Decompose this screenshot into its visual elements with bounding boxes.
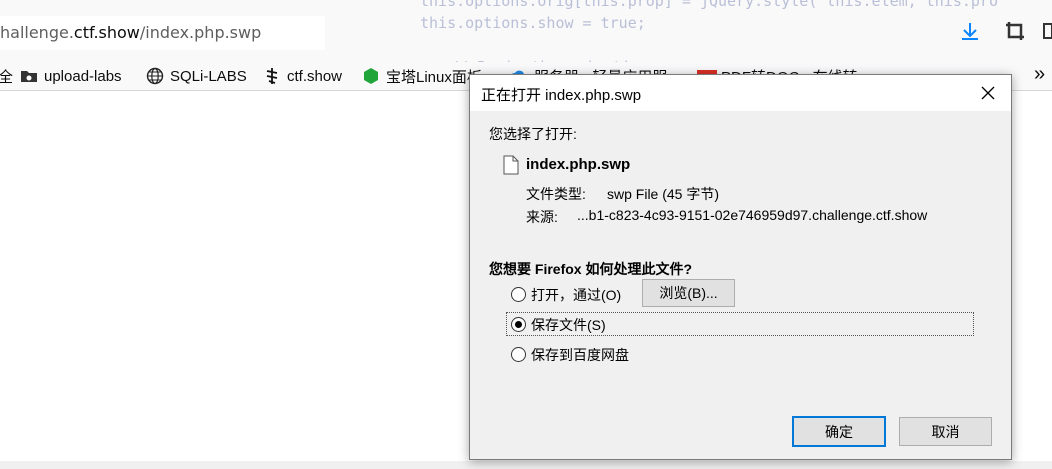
file-type-label: 文件类型: bbox=[526, 186, 586, 202]
code-line: this.options.orig[this.prop] = jQuery.st… bbox=[420, 0, 998, 10]
file-icon bbox=[503, 155, 519, 175]
ctfshow-icon bbox=[263, 67, 281, 85]
bookmark-upload-labs[interactable]: upload-labs bbox=[20, 65, 122, 87]
save-file-label[interactable]: 保存文件(S) bbox=[531, 315, 606, 335]
bookmark-ctfshow[interactable]: ctf.show bbox=[263, 65, 342, 87]
download-dialog: 正在打开 index.php.swp 您选择了打开: index.php.swp… bbox=[469, 74, 1012, 460]
download-icon[interactable] bbox=[958, 20, 984, 46]
crop-icon[interactable] bbox=[1004, 20, 1030, 46]
bt-panel-icon bbox=[362, 67, 380, 85]
bookmarks-overflow-button[interactable]: » bbox=[1034, 63, 1045, 85]
browse-button-label: 浏览(B)... bbox=[659, 285, 718, 301]
open-with-label[interactable]: 打开，通过(O) bbox=[531, 285, 621, 305]
cancel-button-label: 取消 bbox=[931, 423, 960, 440]
file-type-value: swp File (45 字节) bbox=[607, 186, 720, 202]
save-file-radio[interactable] bbox=[511, 317, 526, 332]
dialog-titlebar[interactable]: 正在打开 index.php.swp bbox=[470, 75, 1011, 111]
save-baidu-label[interactable]: 保存到百度网盘 bbox=[531, 345, 629, 365]
url-prefix: hallenge. bbox=[0, 23, 74, 42]
you-chose-label: 您选择了打开: bbox=[489, 126, 577, 142]
url-path: /index.php.swp bbox=[139, 23, 262, 42]
bookmark-label: SQLi-LABS bbox=[170, 67, 247, 85]
source-value: ...b1-c823-4c93-9151-02e746959d97.challe… bbox=[577, 207, 928, 223]
handling-question: 您想要 Firefox 如何处理此文件? bbox=[489, 261, 693, 277]
bookmark-label: upload-labs bbox=[44, 67, 122, 85]
bookmark-label: 宝塔Linux面板 bbox=[386, 68, 482, 86]
url-host: ctf.show bbox=[73, 23, 140, 42]
ok-button[interactable]: 确定 bbox=[792, 416, 886, 447]
bookmark-label: 全 bbox=[0, 68, 14, 86]
code-line: this.options.show = true; bbox=[420, 14, 646, 32]
dialog-title: 正在打开 index.php.swp bbox=[481, 87, 642, 104]
file-name: index.php.swp bbox=[526, 156, 631, 173]
taskbar-strip bbox=[0, 461, 1052, 469]
globe-icon bbox=[146, 67, 164, 85]
overflow-chevron-icon: » bbox=[1034, 62, 1046, 85]
bookmark-sqli-labs[interactable]: SQLi-LABS bbox=[146, 65, 247, 87]
url-bar[interactable]: hallenge.ctf.show/index.php.swp bbox=[0, 16, 325, 50]
close-button[interactable] bbox=[965, 75, 1011, 111]
browser-toolbar: hallenge.ctf.show/index.php.swp this.opt… bbox=[0, 0, 1052, 98]
bookmark-bt-panel[interactable]: 宝塔Linux面板 bbox=[362, 65, 482, 87]
browse-button[interactable]: 浏览(B)... bbox=[642, 279, 735, 307]
close-icon bbox=[981, 86, 995, 100]
cancel-button[interactable]: 取消 bbox=[899, 417, 992, 446]
ok-button-label: 确定 bbox=[825, 423, 853, 440]
save-baidu-radio[interactable] bbox=[511, 347, 526, 362]
menu-icon[interactable] bbox=[1042, 20, 1052, 46]
source-label: 来源: bbox=[526, 209, 558, 225]
open-with-radio[interactable] bbox=[511, 287, 526, 302]
bookmark-label: ctf.show bbox=[287, 67, 343, 85]
folder-icon bbox=[20, 67, 38, 85]
bookmark-item[interactable]: 全 bbox=[0, 65, 13, 87]
